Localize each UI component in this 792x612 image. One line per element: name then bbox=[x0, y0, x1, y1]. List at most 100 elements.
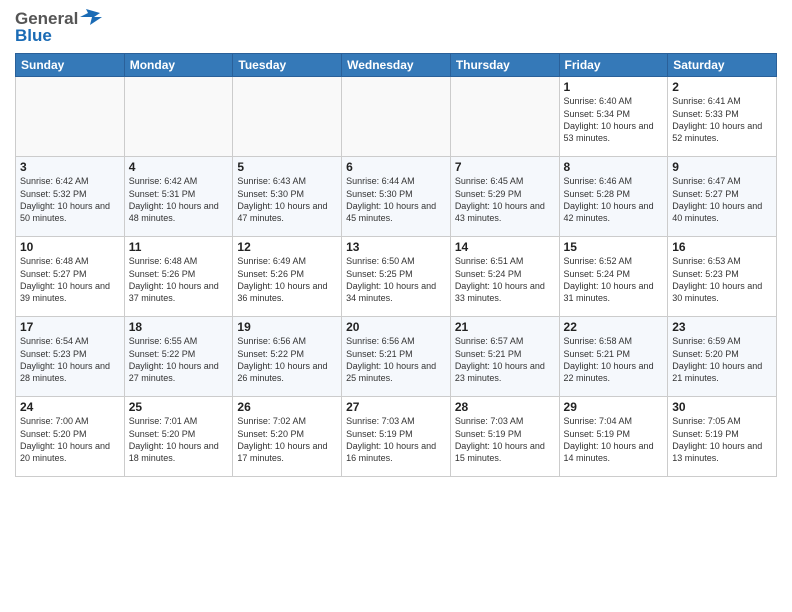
day-info: Sunrise: 6:55 AM Sunset: 5:22 PM Dayligh… bbox=[129, 335, 229, 384]
day-info: Sunrise: 6:54 AM Sunset: 5:23 PM Dayligh… bbox=[20, 335, 120, 384]
logo-blue: Blue bbox=[15, 27, 102, 46]
weekday-header-monday: Monday bbox=[124, 54, 233, 77]
weekday-header-row: SundayMondayTuesdayWednesdayThursdayFrid… bbox=[16, 54, 777, 77]
day-cell bbox=[233, 77, 342, 157]
day-cell: 20Sunrise: 6:56 AM Sunset: 5:21 PM Dayli… bbox=[342, 317, 451, 397]
day-info: Sunrise: 7:02 AM Sunset: 5:20 PM Dayligh… bbox=[237, 415, 337, 464]
day-cell bbox=[342, 77, 451, 157]
day-cell: 30Sunrise: 7:05 AM Sunset: 5:19 PM Dayli… bbox=[668, 397, 777, 477]
logo: General Blue bbox=[15, 10, 102, 45]
day-cell: 2Sunrise: 6:41 AM Sunset: 5:33 PM Daylig… bbox=[668, 77, 777, 157]
day-cell: 1Sunrise: 6:40 AM Sunset: 5:34 PM Daylig… bbox=[559, 77, 668, 157]
day-info: Sunrise: 7:05 AM Sunset: 5:19 PM Dayligh… bbox=[672, 415, 772, 464]
day-number: 17 bbox=[20, 320, 120, 334]
day-number: 10 bbox=[20, 240, 120, 254]
day-info: Sunrise: 7:00 AM Sunset: 5:20 PM Dayligh… bbox=[20, 415, 120, 464]
day-cell: 4Sunrise: 6:42 AM Sunset: 5:31 PM Daylig… bbox=[124, 157, 233, 237]
week-row-5: 24Sunrise: 7:00 AM Sunset: 5:20 PM Dayli… bbox=[16, 397, 777, 477]
day-number: 16 bbox=[672, 240, 772, 254]
day-cell: 26Sunrise: 7:02 AM Sunset: 5:20 PM Dayli… bbox=[233, 397, 342, 477]
day-number: 6 bbox=[346, 160, 446, 174]
weekday-header-wednesday: Wednesday bbox=[342, 54, 451, 77]
day-info: Sunrise: 6:48 AM Sunset: 5:26 PM Dayligh… bbox=[129, 255, 229, 304]
day-info: Sunrise: 6:57 AM Sunset: 5:21 PM Dayligh… bbox=[455, 335, 555, 384]
day-number: 29 bbox=[564, 400, 664, 414]
day-info: Sunrise: 6:48 AM Sunset: 5:27 PM Dayligh… bbox=[20, 255, 120, 304]
day-number: 18 bbox=[129, 320, 229, 334]
day-number: 25 bbox=[129, 400, 229, 414]
day-number: 7 bbox=[455, 160, 555, 174]
day-number: 15 bbox=[564, 240, 664, 254]
weekday-header-thursday: Thursday bbox=[450, 54, 559, 77]
day-cell: 14Sunrise: 6:51 AM Sunset: 5:24 PM Dayli… bbox=[450, 237, 559, 317]
day-cell: 6Sunrise: 6:44 AM Sunset: 5:30 PM Daylig… bbox=[342, 157, 451, 237]
day-cell: 25Sunrise: 7:01 AM Sunset: 5:20 PM Dayli… bbox=[124, 397, 233, 477]
day-cell: 18Sunrise: 6:55 AM Sunset: 5:22 PM Dayli… bbox=[124, 317, 233, 397]
day-cell: 29Sunrise: 7:04 AM Sunset: 5:19 PM Dayli… bbox=[559, 397, 668, 477]
day-cell: 8Sunrise: 6:46 AM Sunset: 5:28 PM Daylig… bbox=[559, 157, 668, 237]
day-info: Sunrise: 6:40 AM Sunset: 5:34 PM Dayligh… bbox=[564, 95, 664, 144]
day-info: Sunrise: 6:56 AM Sunset: 5:21 PM Dayligh… bbox=[346, 335, 446, 384]
weekday-header-friday: Friday bbox=[559, 54, 668, 77]
day-cell: 28Sunrise: 7:03 AM Sunset: 5:19 PM Dayli… bbox=[450, 397, 559, 477]
week-row-4: 17Sunrise: 6:54 AM Sunset: 5:23 PM Dayli… bbox=[16, 317, 777, 397]
day-cell: 11Sunrise: 6:48 AM Sunset: 5:26 PM Dayli… bbox=[124, 237, 233, 317]
weekday-header-sunday: Sunday bbox=[16, 54, 125, 77]
day-number: 12 bbox=[237, 240, 337, 254]
day-info: Sunrise: 6:53 AM Sunset: 5:23 PM Dayligh… bbox=[672, 255, 772, 304]
day-cell: 22Sunrise: 6:58 AM Sunset: 5:21 PM Dayli… bbox=[559, 317, 668, 397]
day-info: Sunrise: 6:42 AM Sunset: 5:31 PM Dayligh… bbox=[129, 175, 229, 224]
day-number: 22 bbox=[564, 320, 664, 334]
day-number: 8 bbox=[564, 160, 664, 174]
day-info: Sunrise: 6:58 AM Sunset: 5:21 PM Dayligh… bbox=[564, 335, 664, 384]
day-cell: 13Sunrise: 6:50 AM Sunset: 5:25 PM Dayli… bbox=[342, 237, 451, 317]
day-info: Sunrise: 7:04 AM Sunset: 5:19 PM Dayligh… bbox=[564, 415, 664, 464]
day-number: 5 bbox=[237, 160, 337, 174]
day-cell: 21Sunrise: 6:57 AM Sunset: 5:21 PM Dayli… bbox=[450, 317, 559, 397]
day-number: 28 bbox=[455, 400, 555, 414]
day-info: Sunrise: 6:51 AM Sunset: 5:24 PM Dayligh… bbox=[455, 255, 555, 304]
day-cell: 9Sunrise: 6:47 AM Sunset: 5:27 PM Daylig… bbox=[668, 157, 777, 237]
day-cell bbox=[124, 77, 233, 157]
day-number: 27 bbox=[346, 400, 446, 414]
logo-bird-icon bbox=[80, 7, 102, 25]
day-cell: 19Sunrise: 6:56 AM Sunset: 5:22 PM Dayli… bbox=[233, 317, 342, 397]
day-info: Sunrise: 6:52 AM Sunset: 5:24 PM Dayligh… bbox=[564, 255, 664, 304]
day-cell bbox=[450, 77, 559, 157]
day-info: Sunrise: 7:03 AM Sunset: 5:19 PM Dayligh… bbox=[455, 415, 555, 464]
weekday-header-saturday: Saturday bbox=[668, 54, 777, 77]
week-row-2: 3Sunrise: 6:42 AM Sunset: 5:32 PM Daylig… bbox=[16, 157, 777, 237]
day-cell: 23Sunrise: 6:59 AM Sunset: 5:20 PM Dayli… bbox=[668, 317, 777, 397]
day-info: Sunrise: 7:03 AM Sunset: 5:19 PM Dayligh… bbox=[346, 415, 446, 464]
day-number: 11 bbox=[129, 240, 229, 254]
day-info: Sunrise: 6:41 AM Sunset: 5:33 PM Dayligh… bbox=[672, 95, 772, 144]
day-cell: 15Sunrise: 6:52 AM Sunset: 5:24 PM Dayli… bbox=[559, 237, 668, 317]
day-cell: 24Sunrise: 7:00 AM Sunset: 5:20 PM Dayli… bbox=[16, 397, 125, 477]
day-info: Sunrise: 7:01 AM Sunset: 5:20 PM Dayligh… bbox=[129, 415, 229, 464]
day-cell: 5Sunrise: 6:43 AM Sunset: 5:30 PM Daylig… bbox=[233, 157, 342, 237]
day-cell: 12Sunrise: 6:49 AM Sunset: 5:26 PM Dayli… bbox=[233, 237, 342, 317]
day-number: 13 bbox=[346, 240, 446, 254]
day-number: 9 bbox=[672, 160, 772, 174]
day-cell: 16Sunrise: 6:53 AM Sunset: 5:23 PM Dayli… bbox=[668, 237, 777, 317]
day-cell: 27Sunrise: 7:03 AM Sunset: 5:19 PM Dayli… bbox=[342, 397, 451, 477]
calendar: SundayMondayTuesdayWednesdayThursdayFrid… bbox=[15, 53, 777, 477]
day-number: 1 bbox=[564, 80, 664, 94]
page-container: General Blue SundayMondayTuesdayWednesda… bbox=[0, 0, 792, 487]
day-cell: 17Sunrise: 6:54 AM Sunset: 5:23 PM Dayli… bbox=[16, 317, 125, 397]
day-number: 26 bbox=[237, 400, 337, 414]
header: General Blue bbox=[15, 10, 777, 45]
day-info: Sunrise: 6:42 AM Sunset: 5:32 PM Dayligh… bbox=[20, 175, 120, 224]
day-cell: 10Sunrise: 6:48 AM Sunset: 5:27 PM Dayli… bbox=[16, 237, 125, 317]
day-number: 14 bbox=[455, 240, 555, 254]
day-info: Sunrise: 6:47 AM Sunset: 5:27 PM Dayligh… bbox=[672, 175, 772, 224]
day-number: 19 bbox=[237, 320, 337, 334]
day-info: Sunrise: 6:45 AM Sunset: 5:29 PM Dayligh… bbox=[455, 175, 555, 224]
day-number: 23 bbox=[672, 320, 772, 334]
day-info: Sunrise: 6:46 AM Sunset: 5:28 PM Dayligh… bbox=[564, 175, 664, 224]
day-number: 24 bbox=[20, 400, 120, 414]
day-number: 21 bbox=[455, 320, 555, 334]
day-number: 30 bbox=[672, 400, 772, 414]
week-row-1: 1Sunrise: 6:40 AM Sunset: 5:34 PM Daylig… bbox=[16, 77, 777, 157]
day-cell bbox=[16, 77, 125, 157]
